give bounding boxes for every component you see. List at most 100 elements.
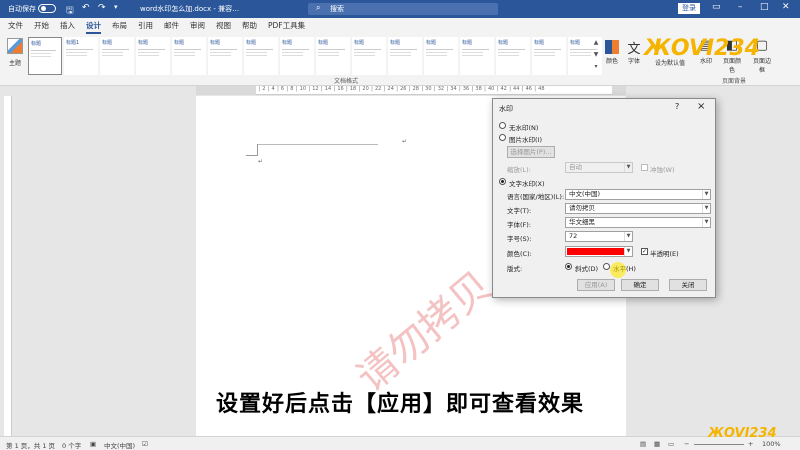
group-label-page-background: 页面背景: [722, 78, 747, 85]
save-icon[interactable]: 🖫: [66, 3, 74, 19]
style-set-item[interactable]: 标题: [28, 37, 62, 75]
style-set-label: 标题: [282, 40, 293, 46]
scale-select[interactable]: 自动 ▼: [565, 162, 633, 173]
style-set-item[interactable]: 标题: [532, 37, 566, 75]
style-set-label: 标题: [534, 40, 545, 46]
tab-file[interactable]: 文件: [8, 20, 23, 31]
ruler-margin-left: [196, 86, 256, 95]
apply-button[interactable]: 应用(A): [577, 279, 615, 291]
accessibility-icon[interactable]: ☑: [142, 440, 148, 448]
picture-watermark-label[interactable]: 图片水印(I): [509, 134, 542, 144]
themes-button[interactable]: 主题: [4, 38, 26, 76]
horizontal-ruler[interactable]: │ 2 │ 4 │ 6 │ 8 │ 10 │ 12 │ 14 │ 16 │ 18…: [256, 86, 612, 95]
zoom-out-icon[interactable]: −: [684, 440, 689, 448]
font-select[interactable]: 华文细黑 ▼: [565, 217, 711, 228]
title-bar: 自动保存 🖫 ↶ ↷ ▾ word水印怎么加.docx - 兼容… ⌕ 搜索 登…: [0, 0, 800, 18]
minimize-icon[interactable]: –: [738, 2, 743, 12]
style-set-item[interactable]: 标题: [244, 37, 278, 75]
gallery-more-icon[interactable]: ▾: [592, 61, 600, 73]
style-set-label: 标题1: [66, 40, 80, 46]
horizontal-radio[interactable]: [603, 263, 610, 270]
diagonal-radio[interactable]: [565, 263, 572, 270]
tab-layout[interactable]: 布局: [112, 20, 127, 31]
web-layout-icon[interactable]: ▭: [668, 440, 674, 448]
style-set-item[interactable]: 标题: [316, 37, 350, 75]
style-set-label: 标题: [246, 40, 257, 46]
chevron-down-icon: ▼: [702, 190, 710, 199]
color-picker[interactable]: ▼: [565, 246, 633, 257]
washout-label[interactable]: 冲蚀(W): [650, 164, 675, 174]
washout-checkbox[interactable]: [641, 164, 648, 171]
diagonal-label[interactable]: 斜式(D): [575, 263, 598, 273]
read-mode-icon[interactable]: ▤: [640, 440, 646, 448]
redo-icon[interactable]: ↷: [98, 3, 106, 13]
size-label: 字号(S):: [507, 235, 532, 243]
proofing-icon[interactable]: ▣: [90, 440, 96, 448]
semitransparent-checkbox[interactable]: ✓: [641, 248, 648, 255]
style-set-item[interactable]: 标题: [136, 37, 170, 75]
ok-button[interactable]: 确定: [621, 279, 659, 291]
style-set-item[interactable]: 标题: [424, 37, 458, 75]
colors-button[interactable]: 颜色: [602, 38, 622, 65]
text-combo[interactable]: 请勿拷贝 ▼: [565, 203, 711, 214]
font-value: 华文细黑: [569, 218, 595, 226]
style-set-item[interactable]: 标题: [208, 37, 242, 75]
gallery-down-icon[interactable]: ▼: [592, 49, 600, 61]
tab-home[interactable]: 开始: [34, 20, 49, 31]
style-set-item[interactable]: 标题1: [64, 37, 98, 75]
style-set-item[interactable]: 标题: [100, 37, 134, 75]
color-swatch: [567, 248, 625, 255]
customize-qat-icon[interactable]: ▾: [114, 3, 118, 11]
no-watermark-label[interactable]: 无水印(N): [509, 122, 538, 132]
language-status[interactable]: 中文(中国): [104, 440, 135, 450]
dialog-close-icon[interactable]: ×: [697, 101, 705, 112]
vertical-ruler[interactable]: [4, 96, 12, 436]
gallery-up-icon[interactable]: ▲: [592, 37, 600, 49]
zoom-in-icon[interactable]: +: [748, 440, 753, 448]
print-layout-icon[interactable]: ▦: [654, 440, 660, 448]
select-picture-button[interactable]: 选择图片(P)...: [507, 146, 555, 158]
size-combo[interactable]: 72 ▼: [565, 231, 633, 242]
group-label-document-formatting: 文档格式: [334, 78, 359, 85]
close-icon[interactable]: ✕: [782, 2, 790, 12]
style-set-item[interactable]: 标题: [352, 37, 386, 75]
style-set-item[interactable]: 标题: [460, 37, 494, 75]
no-watermark-radio[interactable]: [499, 122, 506, 129]
gallery-scroll[interactable]: ▲ ▼ ▾: [592, 37, 600, 75]
zoom-level[interactable]: 100%: [762, 440, 781, 448]
style-set-item[interactable]: 标题: [388, 37, 422, 75]
tab-insert[interactable]: 插入: [60, 20, 75, 31]
semitransparent-label[interactable]: 半透明(E): [650, 248, 679, 258]
watermark-dialog: 水印 ? × 无水印(N) 图片水印(I) 选择图片(P)... 缩放(L): …: [492, 98, 716, 298]
ribbon-display-icon[interactable]: ▭: [712, 2, 721, 12]
style-set-label: 标题: [174, 40, 185, 46]
login-button[interactable]: 登录: [678, 3, 700, 14]
undo-icon[interactable]: ↶: [82, 3, 90, 13]
tab-pdf-tools[interactable]: PDF工具集: [268, 20, 305, 31]
text-watermark-label[interactable]: 文字水印(X): [509, 178, 545, 188]
maximize-icon[interactable]: □: [760, 2, 769, 12]
style-set-item[interactable]: 标题: [496, 37, 530, 75]
style-set-item[interactable]: 标题: [280, 37, 314, 75]
style-set-gallery: 标题 标题1 标题 标题 标题 标题 标题 标题 标题 标题 标题 标题 标题 …: [28, 37, 602, 75]
tab-mailings[interactable]: 邮件: [164, 20, 179, 31]
tab-help[interactable]: 帮助: [242, 20, 257, 31]
paragraph-mark: ↵: [258, 158, 264, 165]
close-button[interactable]: 关闭: [669, 279, 707, 291]
style-set-item[interactable]: 标题: [172, 37, 206, 75]
search-box[interactable]: ⌕ 搜索: [308, 3, 498, 15]
tab-references[interactable]: 引用: [138, 20, 153, 31]
autosave-toggle[interactable]: [38, 4, 56, 13]
zoom-slider[interactable]: [694, 444, 744, 445]
fonts-button[interactable]: 文字体: [624, 38, 644, 65]
page-count[interactable]: 第 1 页，共 1 页: [6, 440, 55, 450]
language-select[interactable]: 中文(中国) ▼: [565, 189, 711, 200]
tab-review[interactable]: 审阅: [190, 20, 205, 31]
style-set-label: 标题: [31, 41, 42, 47]
tab-view[interactable]: 视图: [216, 20, 231, 31]
tab-design[interactable]: 设计: [86, 20, 101, 34]
word-count[interactable]: 0 个字: [62, 440, 81, 450]
text-watermark-radio[interactable]: [499, 178, 506, 185]
help-icon[interactable]: ?: [675, 102, 679, 111]
picture-watermark-radio[interactable]: [499, 134, 506, 141]
